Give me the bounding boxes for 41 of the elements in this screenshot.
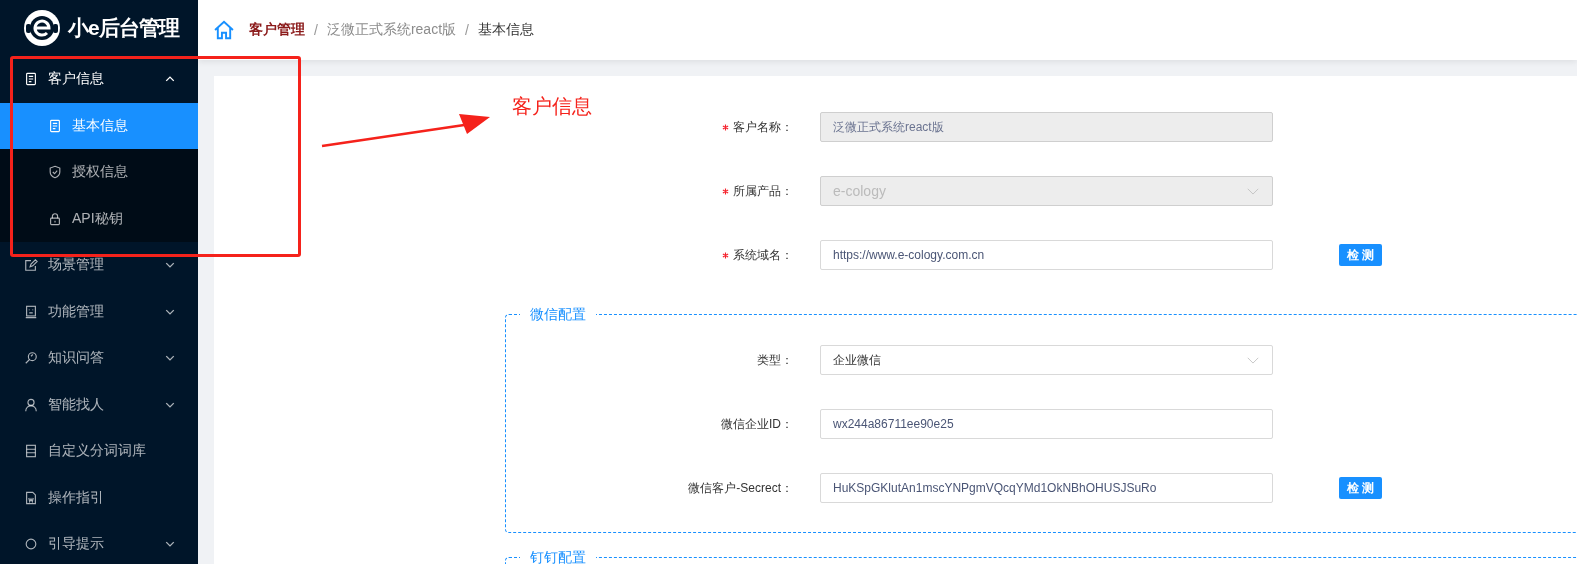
- home-icon[interactable]: [213, 19, 235, 41]
- breadcrumb-separator: /: [314, 22, 318, 38]
- breadcrumb-current: 基本信息: [477, 21, 534, 39]
- field-label: 微信企业ID：: [721, 415, 793, 433]
- sidebar-submenu-item[interactable]: 授权信息: [0, 149, 198, 196]
- select-field[interactable]: 企业微信: [820, 345, 1273, 375]
- sidebar-menu-item[interactable]: 场景管理: [0, 242, 198, 289]
- field-label: 类型：: [757, 351, 793, 369]
- sidebar-menu-item[interactable]: 智能找人: [0, 381, 198, 428]
- input-field[interactable]: https://www.e-cology.com.cn: [820, 240, 1273, 270]
- input-field[interactable]: wx244a86711ee90e25: [820, 409, 1273, 439]
- document-icon: [48, 118, 62, 133]
- sidebar-menu-item[interactable]: 客户信息: [0, 56, 198, 103]
- field-label: 所属产品：: [733, 182, 793, 200]
- sidebar-menu-item[interactable]: 功能管理: [0, 288, 198, 335]
- sidebar-menu-item[interactable]: 引导提示: [0, 521, 198, 564]
- pencil-square-icon: [24, 258, 38, 273]
- monitor-face-icon: [24, 304, 38, 319]
- input-field[interactable]: HuKSpGKlutAn1mscYNPgmVQcqYMd1OkNBhOHUSJSuRo: [820, 473, 1273, 503]
- sidebar-menu-item[interactable]: 操作指引: [0, 474, 198, 521]
- section-title: 微信配置: [529, 305, 587, 324]
- document-icon: [24, 72, 38, 87]
- breadcrumb-link[interactable]: 泛微正式系统react版: [326, 21, 456, 39]
- field-label: 客户名称：: [733, 118, 793, 136]
- field-label: 微信客户-Secrect：: [688, 479, 793, 497]
- sidebar-submenu-item[interactable]: API秘钥: [0, 195, 198, 242]
- magnifier-icon: [24, 351, 38, 366]
- shield-check-icon: [48, 165, 62, 180]
- field-label: 系统域名：: [733, 246, 793, 264]
- sidebar-menu-item[interactable]: 知识问答: [0, 335, 198, 382]
- person-icon: [24, 397, 38, 412]
- logo-text: 小e后台管理: [68, 15, 179, 41]
- breadcrumb-link[interactable]: 客户管理: [249, 21, 305, 39]
- sidebar-menu-item[interactable]: 自定义分词词库: [0, 428, 198, 475]
- annotation-label: 客户信息: [512, 94, 592, 119]
- breadcrumb-separator: /: [465, 22, 469, 38]
- logo-icon: [22, 8, 62, 48]
- list-icon: [24, 444, 38, 459]
- word-file-icon: [24, 490, 38, 505]
- lock-icon: [48, 211, 62, 226]
- section-title: 钉钉配置: [529, 548, 587, 564]
